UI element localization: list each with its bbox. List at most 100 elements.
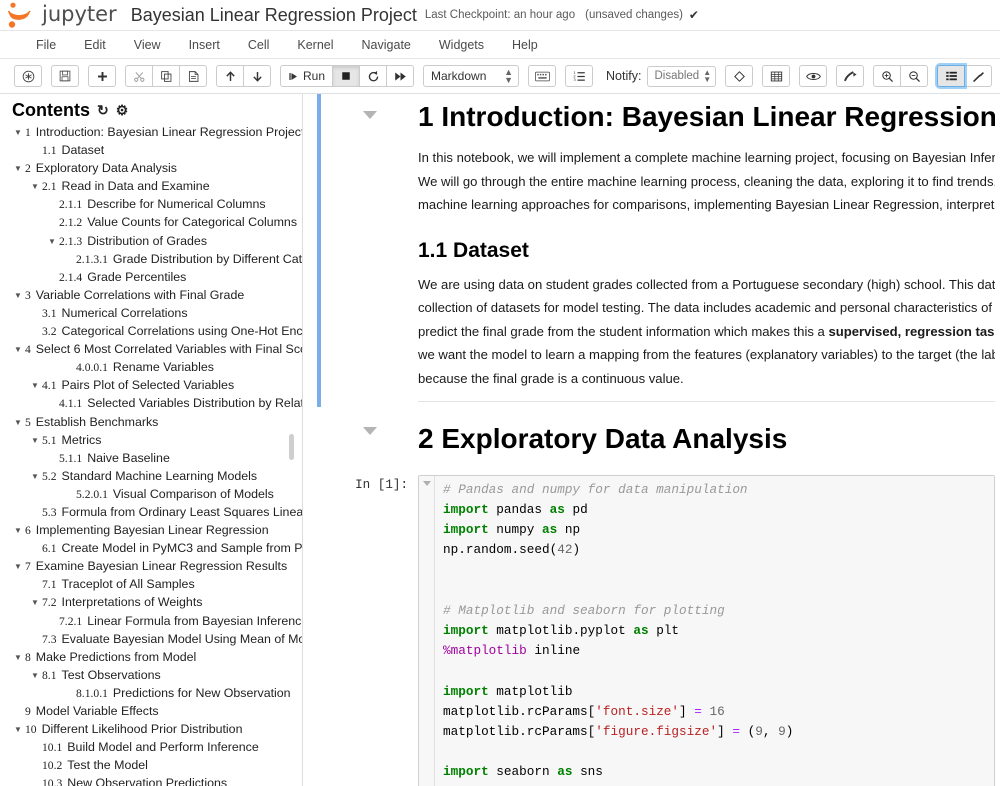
menu-insert[interactable]: Insert — [175, 35, 234, 55]
toc-item[interactable]: ▼4.1Pairs Plot of Selected Variables — [10, 377, 302, 395]
chevron-down-icon[interactable]: ▼ — [14, 522, 25, 539]
refresh-icon[interactable]: ↻ — [97, 102, 109, 119]
restart-kernel-button[interactable] — [359, 65, 387, 87]
toc-item[interactable]: ▼7.2.1Linear Formula from Bayesian Infer… — [10, 613, 302, 631]
toc-item[interactable]: ▼7.1Traceplot of All Samples — [10, 576, 302, 594]
chevron-down-icon[interactable]: ▼ — [31, 432, 42, 449]
notebook-title[interactable]: Bayesian Linear Regression Project — [131, 6, 417, 24]
menu-kernel[interactable]: Kernel — [283, 35, 347, 55]
chevron-down-icon[interactable]: ▼ — [14, 558, 25, 575]
command-palette-button[interactable] — [14, 65, 42, 87]
toc-item[interactable]: ▼5Establish Benchmarks — [10, 414, 302, 432]
toc-item[interactable]: ▼4Select 6 Most Correlated Variables wit… — [10, 341, 302, 359]
zoom-in-button[interactable] — [873, 65, 901, 87]
toc-item[interactable]: ▼10.1Build Model and Perform Inference — [10, 739, 302, 757]
toc-item[interactable]: ▼10.2Test the Model — [10, 757, 302, 775]
chevron-down-icon[interactable]: ▼ — [48, 233, 59, 250]
copy-cell-button[interactable] — [152, 65, 180, 87]
chevron-down-icon[interactable]: ▼ — [14, 649, 25, 666]
hide-input-button[interactable] — [799, 65, 827, 87]
insert-cell-below-button[interactable] — [88, 65, 116, 87]
chevron-down-icon[interactable]: ▼ — [31, 178, 42, 195]
toc-item[interactable]: ▼5.2Standard Machine Learning Models — [10, 468, 302, 486]
chevron-down-icon[interactable]: ▼ — [14, 414, 25, 431]
paste-cell-button[interactable] — [179, 65, 207, 87]
chevron-down-icon[interactable]: ▼ — [14, 287, 25, 304]
toc-item[interactable]: ▼2.1Read in Data and Examine — [10, 178, 302, 196]
toc-item[interactable]: ▼8.1Test Observations — [10, 667, 302, 685]
toc-item[interactable]: ▼2.1.3Distribution of Grades — [10, 233, 302, 251]
code-cell-imports[interactable]: In [1]: # Pandas and numpy for data mani… — [317, 475, 1000, 786]
toc-item[interactable]: ▼2.1.1Describe for Numerical Columns — [10, 196, 302, 214]
menu-navigate[interactable]: Navigate — [348, 35, 425, 55]
interrupt-kernel-button[interactable] — [332, 65, 360, 87]
menu-widgets[interactable]: Widgets — [425, 35, 498, 55]
toc-item[interactable]: ▼1.1Dataset — [10, 142, 302, 160]
chevron-down-icon[interactable]: ▼ — [31, 377, 42, 394]
toc-scrollbar[interactable] — [289, 434, 294, 460]
chevron-down-icon[interactable] — [423, 481, 431, 486]
chevron-down-icon[interactable]: ▼ — [31, 468, 42, 485]
run-cell-button[interactable]: Run — [280, 65, 333, 87]
menu-help[interactable]: Help — [498, 35, 552, 55]
toc-item[interactable]: ▼6.1Create Model in PyMC3 and Sample fro… — [10, 540, 302, 558]
gear-icon[interactable]: ⚙ — [116, 102, 129, 119]
toc-item[interactable]: ▼9Model Variable Effects — [10, 703, 302, 721]
snippets-button[interactable] — [725, 65, 753, 87]
toc-item[interactable]: ▼4.1.1Selected Variables Distribution by… — [10, 395, 302, 413]
jupyter-wordmark[interactable]: jupyter — [42, 2, 117, 26]
chevron-down-icon[interactable]: ▼ — [31, 594, 42, 611]
chevron-down-icon[interactable]: ▼ — [14, 124, 25, 141]
toc-item[interactable]: ▼5.3Formula from Ordinary Least Squares … — [10, 504, 302, 522]
toc-item[interactable]: ▼3Variable Correlations with Final Grade — [10, 287, 302, 305]
chevron-down-icon[interactable] — [363, 111, 377, 119]
cut-cell-button[interactable] — [125, 65, 153, 87]
toggle-line-numbers-button[interactable]: 123 — [565, 65, 593, 87]
cell-collapse-toggle[interactable] — [322, 99, 418, 402]
chevron-down-icon[interactable]: ▼ — [14, 341, 25, 358]
restart-and-run-all-button[interactable] — [386, 65, 414, 87]
save-button[interactable] — [51, 65, 79, 87]
pin-button[interactable] — [964, 65, 992, 87]
toc-item[interactable]: ▼3.2Categorical Correlations using One-H… — [10, 323, 302, 341]
toc-item[interactable]: ▼2.1.2Value Counts for Categorical Colum… — [10, 214, 302, 232]
cell-collapse-toggle[interactable] — [322, 421, 418, 469]
toc-item[interactable]: ▼7.3Evaluate Bayesian Model Using Mean o… — [10, 631, 302, 649]
chevron-down-icon[interactable]: ▼ — [31, 667, 42, 684]
menu-file[interactable]: File — [22, 35, 70, 55]
variable-inspector-button[interactable] — [762, 65, 790, 87]
menu-edit[interactable]: Edit — [70, 35, 120, 55]
toc-item[interactable]: ▼4.0.0.1Rename Variables — [10, 359, 302, 377]
toc-item[interactable]: ▼5.1.1Naive Baseline — [10, 450, 302, 468]
toc-item[interactable]: ▼6Implementing Bayesian Linear Regressio… — [10, 522, 302, 540]
highlighter-button[interactable] — [836, 65, 864, 87]
chevron-down-icon[interactable]: ▼ — [14, 721, 25, 738]
cell-type-select[interactable]: Markdown ▲▼ — [423, 65, 519, 87]
toc-item[interactable]: ▼7.2Interpretations of Weights — [10, 594, 302, 612]
keyboard-shortcuts-button[interactable] — [528, 65, 556, 87]
toc-item[interactable]: ▼8Make Predictions from Model — [10, 649, 302, 667]
menu-cell[interactable]: Cell — [234, 35, 284, 55]
toc-item[interactable]: ▼1Introduction: Bayesian Linear Regressi… — [10, 124, 302, 142]
chevron-down-icon[interactable] — [363, 427, 377, 435]
toc-item[interactable]: ▼3.1Numerical Correlations — [10, 305, 302, 323]
chevron-down-icon[interactable]: ▼ — [14, 160, 25, 177]
table-of-contents-button[interactable] — [937, 65, 965, 87]
toc-item[interactable]: ▼2Exploratory Data Analysis — [10, 160, 302, 178]
move-cell-up-button[interactable] — [216, 65, 244, 87]
toc-item[interactable]: ▼8.1.0.1Predictions for New Observation — [10, 685, 302, 703]
notify-select[interactable]: Disabled ▲▼ — [647, 66, 716, 87]
toc-item[interactable]: ▼2.1.4Grade Percentiles — [10, 269, 302, 287]
zoom-out-button[interactable] — [900, 65, 928, 87]
code-input-area[interactable]: # Pandas and numpy for data manipulation… — [418, 475, 995, 786]
code-collapse-gutter[interactable] — [419, 476, 435, 786]
menu-view[interactable]: View — [120, 35, 175, 55]
toc-item[interactable]: ▼10Different Likelihood Prior Distributi… — [10, 721, 302, 739]
toc-item[interactable]: ▼10.3New Observation Predictions — [10, 775, 302, 786]
toc-item[interactable]: ▼5.1Metrics — [10, 432, 302, 450]
toc-item[interactable]: ▼2.1.3.1Grade Distribution by Different … — [10, 251, 302, 269]
code-editor[interactable]: # Pandas and numpy for data manipulation… — [435, 476, 994, 786]
toc-item[interactable]: ▼7Examine Bayesian Linear Regression Res… — [10, 558, 302, 576]
markdown-cell-eda[interactable]: 2 Exploratory Data Analysis — [317, 407, 1000, 474]
jupyter-logo-icon[interactable] — [6, 2, 40, 28]
